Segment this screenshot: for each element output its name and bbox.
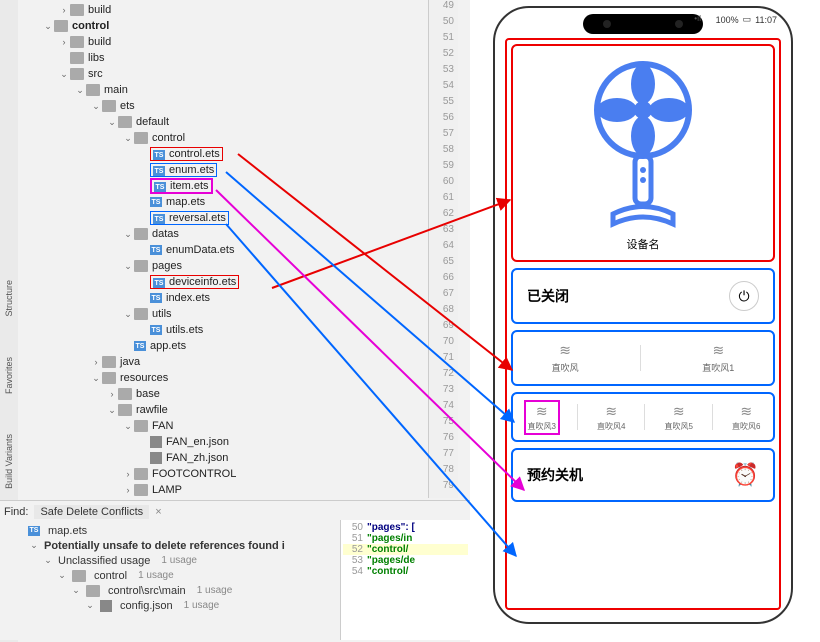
tree-item-control[interactable]: ⌄control <box>26 18 470 34</box>
wave-icon: ≋ <box>712 342 724 359</box>
separator <box>640 345 641 371</box>
file-reversal-ets[interactable]: TSreversal.ets <box>26 210 470 226</box>
close-icon[interactable]: × <box>155 506 161 518</box>
file-map-ets[interactable]: TSmap.ets <box>26 194 470 210</box>
separator <box>577 404 578 430</box>
tree-item[interactable]: ›base <box>26 386 470 402</box>
status-card[interactable]: 已关闭 ⏻ <box>511 268 775 324</box>
power-button[interactable]: ⏻ <box>729 281 759 311</box>
file-control-ets[interactable]: TScontrol.ets <box>26 146 470 162</box>
tab-build-variants[interactable]: Build Variants <box>4 434 14 489</box>
file[interactable]: TSutils.ets <box>26 322 470 338</box>
mode-item[interactable]: ≋直吹风 <box>544 340 587 376</box>
tree-item[interactable]: ⌄datas <box>26 226 470 242</box>
file[interactable]: FAN_en.json <box>26 434 470 450</box>
status-text: 已关闭 <box>527 286 569 306</box>
screen-root: 设备名 已关闭 ⏻ ≋直吹风 ≋直吹风1 ≋直吹风3 ≋直吹风4 ≋直吹风5 ≋… <box>505 38 781 610</box>
tree-item[interactable]: ›build <box>26 34 470 50</box>
tree-item[interactable]: ⌄pages <box>26 258 470 274</box>
file[interactable]: FAN_zh.json <box>26 450 470 466</box>
file-deviceinfo-ets[interactable]: TSdeviceinfo.ets <box>26 274 470 290</box>
line-gutter: 4950515253545556575859606162636465666768… <box>428 0 458 498</box>
find-tab[interactable]: Safe Delete Conflicts <box>34 505 149 519</box>
wave-icon: ≋ <box>536 403 548 420</box>
tab-favorites[interactable]: Favorites <box>4 357 14 394</box>
mode-item-selected[interactable]: ≋直吹风3 <box>524 400 560 435</box>
tree-item[interactable]: ⌄default <box>26 114 470 130</box>
find-label: Find: <box>4 506 28 518</box>
file[interactable]: TSapp.ets <box>26 338 470 354</box>
wave-icon: ≋ <box>740 403 752 420</box>
battery-text: 100% <box>716 15 739 25</box>
file[interactable]: TSindex.ets <box>26 290 470 306</box>
timer-card[interactable]: 预约关机 ⏰ <box>511 448 775 502</box>
modes-card-2[interactable]: ≋直吹风3 ≋直吹风4 ≋直吹风5 ≋直吹风6 <box>511 392 775 442</box>
tree-item[interactable]: ›LAMP <box>26 482 470 498</box>
mode-item[interactable]: ≋直吹风1 <box>694 340 742 376</box>
file-enum-ets[interactable]: TSenum.ets <box>26 162 470 178</box>
separator <box>644 404 645 430</box>
wave-icon: ≋ <box>673 403 685 420</box>
separator <box>712 404 713 430</box>
fan-icon <box>573 54 713 234</box>
clock-icon: ⏰ <box>732 462 759 488</box>
mode-item[interactable]: ≋直吹风5 <box>662 402 694 433</box>
tree-item[interactable]: libs <box>26 50 470 66</box>
phone-notch <box>583 14 703 34</box>
project-tree[interactable]: ›build ⌄control ›build libs ⌄src ⌄main ⌄… <box>18 0 470 498</box>
wave-icon: ≋ <box>559 342 571 359</box>
tree-item[interactable]: ⌄main <box>26 82 470 98</box>
signal-icon: •ıl <box>694 14 701 23</box>
phone-frame: •ıl 100% ▭ 11:07 设备名 <box>493 6 793 624</box>
tree-item[interactable]: ⌄resources <box>26 370 470 386</box>
ide-panel: Structure Favorites Build Variants ›buil… <box>0 0 470 642</box>
device-name-label: 设备名 <box>627 236 660 252</box>
tree-item-build[interactable]: ›build <box>26 2 470 18</box>
wave-icon: ≋ <box>605 403 617 420</box>
mode-item[interactable]: ≋直吹风4 <box>595 402 627 433</box>
tree-item[interactable]: ⌄src <box>26 66 470 82</box>
tree-item[interactable]: ⌄control <box>26 130 470 146</box>
timer-label: 预约关机 <box>527 465 583 485</box>
mode-item[interactable]: ≋直吹风6 <box>730 402 762 433</box>
device-image-card: 设备名 <box>511 44 775 262</box>
status-bar: 100% ▭ 11:07 <box>716 14 777 25</box>
modes-card-1[interactable]: ≋直吹风 ≋直吹风1 <box>511 330 775 386</box>
tree-item[interactable]: ⌄ets <box>26 98 470 114</box>
tree-item[interactable]: ⌄utils <box>26 306 470 322</box>
tab-structure[interactable]: Structure <box>4 280 14 317</box>
file[interactable]: TSenumData.ets <box>26 242 470 258</box>
tree-item[interactable]: ›java <box>26 354 470 370</box>
device-preview: •ıl 100% ▭ 11:07 设备名 <box>478 6 808 636</box>
tree-item[interactable]: ⌄FAN <box>26 418 470 434</box>
tree-item[interactable]: ›FOOTCONTROL <box>26 466 470 482</box>
tree-item[interactable]: ⌄rawfile <box>26 402 470 418</box>
code-preview: 50"pages": [ 51"pages/in 52"control/ 53"… <box>340 520 470 640</box>
file-item-ets[interactable]: TSitem.ets <box>26 178 470 194</box>
time-text: 11:07 <box>755 15 777 25</box>
battery-icon: ▭ <box>743 14 752 25</box>
